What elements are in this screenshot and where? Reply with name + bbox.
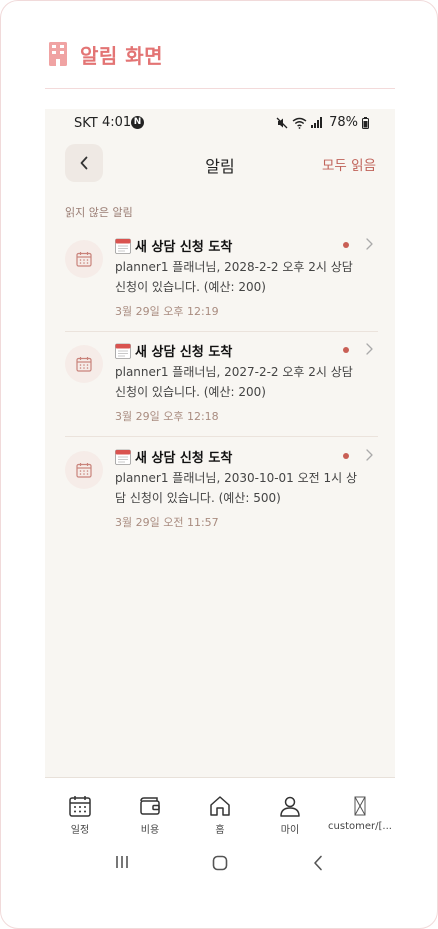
tab-my[interactable]: 마이 (255, 778, 325, 840)
app-bar: 알림 모두 읽음 (45, 144, 395, 184)
wallet-icon (140, 797, 160, 815)
tab-label: 일정 (70, 825, 90, 836)
notification-item[interactable]: 새 상담 신청 도착 planner1 플래너님, 2027-2-2 오후 2시… (65, 332, 378, 437)
phone-screen: SKT 4:01 N 78% 알림 모두 읽음 읽지 않은 알림 새 상담 신청… (45, 109, 395, 889)
unread-dot (343, 242, 349, 248)
notification-item[interactable]: 새 상담 신청 도착 planner1 플래너님, 2028-2-2 오후 2시… (65, 227, 378, 332)
notification-icon-box (65, 240, 103, 278)
signal-icon (311, 117, 323, 128)
page-header: 알림 화면 (48, 39, 163, 69)
notification-title: 새 상담 신청 도착 (135, 240, 233, 255)
calendar-icon (76, 252, 92, 267)
back-nav-icon[interactable] (313, 855, 323, 871)
calendar-emoji-icon (115, 343, 131, 359)
wifi-icon (292, 117, 307, 129)
notification-body: planner1 플래너님, 2027-2-2 오후 2시 상담 신청이 있습니… (115, 365, 353, 399)
recent-apps-icon[interactable] (115, 855, 129, 869)
calendar-icon (69, 796, 91, 817)
screen-frame: 알림 화면 SKT 4:01 N 78% 알림 모두 읽음 읽지 않은 알림 새… (0, 0, 438, 929)
notification-body: planner1 플래너님, 2028-2-2 오후 2시 상담 신청이 있습니… (115, 260, 353, 294)
person-icon (280, 796, 300, 817)
header-divider (45, 88, 395, 89)
home-icon (210, 796, 230, 816)
chevron-right-icon (366, 343, 373, 355)
mark-all-read-button[interactable]: 모두 읽음 (322, 154, 376, 174)
chevron-right-icon (366, 449, 373, 461)
notification-title-row: 새 상담 신청 도착 (115, 341, 232, 360)
unread-dot (343, 347, 349, 353)
tab-customer[interactable]: customer/[... (325, 778, 395, 840)
calendar-icon (76, 357, 92, 372)
notification-title-row: 새 상담 신청 도착 (115, 447, 232, 466)
chevron-right-icon (366, 238, 373, 250)
clock: 4:01 (102, 115, 132, 130)
tab-schedule[interactable]: 일정 (45, 778, 115, 840)
tab-label: 마이 (280, 825, 300, 836)
bottom-tab-bar: 일정 비용 홈 마이 customer/[... (45, 777, 395, 840)
notification-timestamp: 3월 29일 오후 12:18 (115, 410, 219, 423)
notification-timestamp: 3월 29일 오전 11:57 (115, 516, 219, 529)
tab-cost[interactable]: 비용 (115, 778, 185, 840)
notification-icon-box (65, 345, 103, 383)
notification-title-row: 새 상담 신청 도착 (115, 236, 232, 255)
account-badge: N (131, 116, 144, 129)
notification-icon-box (65, 451, 103, 489)
calendar-emoji-icon (115, 238, 131, 254)
notification-item[interactable]: 새 상담 신청 도착 planner1 플래너님, 2030-10-01 오전 … (65, 438, 378, 542)
tab-label: 비용 (140, 825, 160, 836)
status-icons: 78% (276, 115, 369, 130)
unread-dot (343, 453, 349, 459)
notification-body: planner1 플래너님, 2030-10-01 오전 1시 상담 신청이 있… (115, 471, 358, 505)
page-title: 알림 화면 (80, 43, 164, 68)
tab-label: 홈 (215, 825, 225, 836)
placeholder-icon (354, 796, 366, 816)
notification-title: 새 상담 신청 도착 (135, 451, 233, 466)
tab-home[interactable]: 홈 (185, 778, 255, 840)
battery-icon (362, 116, 369, 129)
calendar-emoji-icon (115, 449, 131, 465)
notification-title: 새 상담 신청 도착 (135, 345, 233, 360)
battery-percent: 78% (329, 115, 358, 130)
carrier-label: SKT (74, 116, 98, 131)
unread-section-label: 읽지 않은 알림 (65, 206, 133, 219)
building-icon (49, 42, 67, 66)
calendar-icon (76, 463, 92, 478)
status-bar: SKT 4:01 N 78% (45, 109, 395, 137)
system-nav-bar (45, 839, 395, 889)
tab-label: customer/[... (328, 821, 392, 832)
notification-timestamp: 3월 29일 오후 12:19 (115, 305, 219, 318)
home-nav-icon[interactable] (212, 855, 228, 871)
mute-icon (276, 117, 288, 128)
